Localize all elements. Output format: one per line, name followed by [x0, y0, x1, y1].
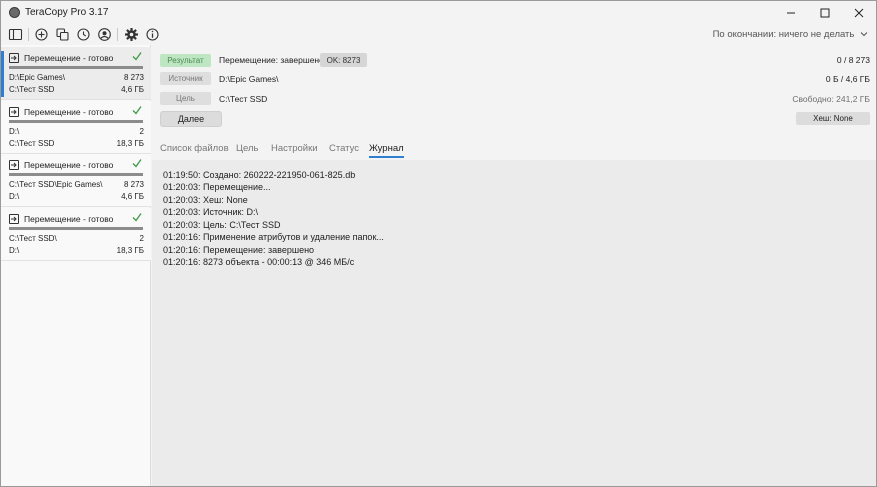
job-progress-bar	[9, 66, 143, 69]
target-label: Цель	[160, 92, 211, 105]
close-icon	[854, 8, 864, 17]
tab-log[interactable]: Журнал	[369, 143, 404, 158]
job-size: 4,6 ГБ	[121, 85, 144, 94]
log-line: 01:20:03: Цель: C:\Тест SSD	[163, 220, 281, 230]
job-size: 4,6 ГБ	[121, 192, 144, 201]
tab-status[interactable]: Статус	[329, 143, 359, 154]
copy-icon[interactable]	[55, 27, 70, 42]
job-file-count: 8 273	[123, 180, 144, 189]
gear-icon[interactable]	[124, 27, 139, 42]
after-completion-label: По окончании: ничего не делать	[712, 29, 855, 40]
tab-bar: Список файлов Цель Настройки Статус Журн…	[152, 137, 876, 160]
job-item[interactable]: Перемещение - готово D:\Epic Games\ 8 27…	[1, 47, 151, 100]
tab-target[interactable]: Цель	[236, 143, 259, 154]
log-line: 01:20:16: Перемещение: завершено	[163, 245, 315, 255]
log-line: 01:20:03: Хеш: None	[163, 195, 248, 205]
job-target: C:\Тест SSD	[9, 85, 55, 94]
job-file-count: 8 273	[123, 73, 144, 82]
job-title: Перемещение - готово	[24, 53, 114, 63]
job-progress-bar	[9, 120, 143, 123]
job-source: D:\	[9, 127, 20, 136]
window-title: TeraCopy Pro 3.17	[25, 7, 109, 18]
job-target: D:\	[9, 246, 20, 255]
log-panel: 01:19:50: Создано: 260222-221950-061-825…	[152, 160, 876, 486]
maximize-icon	[820, 8, 830, 17]
job-title: Перемещение - готово	[24, 107, 114, 117]
job-file-count: 2	[139, 127, 144, 136]
info-icon[interactable]	[145, 27, 160, 42]
log-line: 01:20:16: 8273 объекта - 00:00:13 @ 346 …	[163, 257, 355, 267]
app-window: TeraCopy Pro 3.17 По окончании: ничего н…	[0, 0, 877, 487]
toolbar-separator	[28, 28, 29, 41]
transfer-info-panel: Результат Перемещение: завершено OK: 827…	[152, 45, 876, 137]
hash-button[interactable]: Хеш: None	[796, 112, 870, 125]
job-file-count: 2	[139, 234, 144, 243]
job-source: C:\Тест SSD\Epic Games\	[9, 180, 103, 189]
close-button[interactable]	[842, 1, 876, 24]
checkmark-icon	[132, 159, 142, 168]
after-completion-dropdown[interactable]: По окончании: ничего не делать	[713, 29, 868, 40]
user-icon[interactable]	[97, 27, 112, 42]
log-line: 01:20:03: Перемещение...	[163, 182, 271, 192]
maximize-button[interactable]	[808, 1, 842, 24]
job-source: D:\Epic Games\	[9, 73, 66, 82]
tab-settings[interactable]: Настройки	[271, 143, 318, 154]
checkmark-icon	[132, 213, 142, 222]
free-space: Свободно: 241,2 ГБ	[792, 94, 870, 104]
checkmark-icon	[132, 106, 142, 115]
job-target: C:\Тест SSD	[9, 139, 55, 148]
job-item[interactable]: Перемещение - готово C:\Тест SSD\ 2 D:\ …	[1, 208, 151, 261]
title-bar: TeraCopy Pro 3.17	[1, 1, 876, 24]
tab-file-list[interactable]: Список файлов	[160, 143, 229, 154]
result-value: Перемещение: завершено	[219, 55, 324, 65]
job-item[interactable]: Перемещение - готово D:\ 2 C:\Тест SSD 1…	[1, 101, 151, 154]
add-icon[interactable]	[34, 27, 49, 42]
toolbar-separator	[117, 28, 118, 41]
job-size: 18,3 ГБ	[116, 246, 144, 255]
log-line: 01:19:50: Создано: 260222-221950-061-825…	[163, 170, 356, 180]
job-source: C:\Тест SSD\	[9, 234, 57, 243]
move-icon	[9, 214, 19, 224]
minimize-button[interactable]	[774, 1, 808, 24]
job-progress-bar	[9, 227, 143, 230]
move-icon	[9, 53, 19, 63]
toolbar: По окончании: ничего не делать	[1, 24, 876, 45]
minimize-icon	[787, 12, 795, 13]
checkmark-icon	[132, 52, 142, 61]
next-button[interactable]: Далее	[160, 111, 222, 127]
teracopy-logo-icon	[9, 7, 20, 18]
job-title: Перемещение - готово	[24, 160, 114, 170]
log-line: 01:20:16: Применение атрибутов и удалени…	[163, 232, 384, 242]
move-icon	[9, 160, 19, 170]
ok-count-badge: OK: 8273	[320, 53, 367, 67]
size-progress: 0 Б / 4,6 ГБ	[825, 74, 870, 84]
result-label: Результат	[160, 54, 211, 67]
log-line: 01:20:03: Источник: D:\	[163, 207, 258, 217]
job-progress-bar	[9, 173, 143, 176]
chevron-down-icon	[860, 32, 868, 37]
job-title: Перемещение - готово	[24, 214, 114, 224]
job-target: D:\	[9, 192, 20, 201]
job-size: 18,3 ГБ	[116, 139, 144, 148]
move-icon	[9, 107, 19, 117]
sidebar-toggle-icon[interactable]	[8, 27, 23, 42]
job-item[interactable]: Перемещение - готово C:\Тест SSD\Epic Ga…	[1, 154, 151, 207]
source-path[interactable]: D:\Epic Games\	[219, 74, 279, 84]
job-list-sidebar: Перемещение - готово D:\Epic Games\ 8 27…	[1, 45, 151, 486]
history-icon[interactable]	[76, 27, 91, 42]
file-count-progress: 0 / 8 273	[836, 55, 870, 65]
target-path[interactable]: C:\Тест SSD	[219, 94, 267, 104]
source-label: Источник	[160, 72, 211, 85]
